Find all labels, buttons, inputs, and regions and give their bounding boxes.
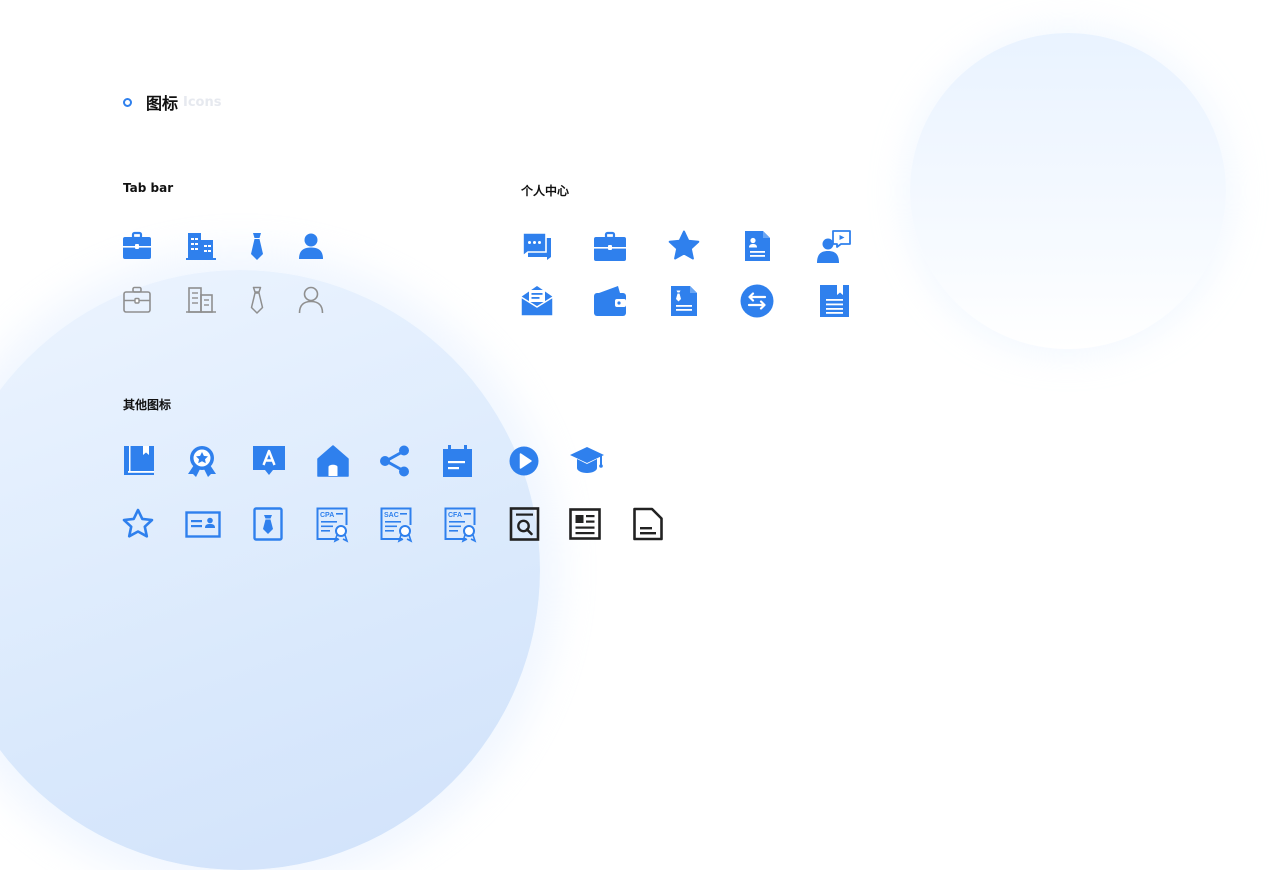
resume-icon[interactable] [740, 229, 774, 263]
briefcase-outline-icon[interactable] [120, 283, 154, 317]
cpa-certificate-label: CPA [320, 512, 334, 519]
chat-icon[interactable] [520, 229, 554, 263]
search-document-icon[interactable] [508, 507, 542, 541]
briefcase-icon[interactable] [120, 229, 154, 263]
sac-certificate-label: SAC [384, 512, 399, 519]
page-title: 图标 [146, 94, 179, 113]
section-label-tabbar: Tab bar [123, 181, 174, 195]
job-document-icon[interactable] [667, 284, 701, 318]
user-icon[interactable] [294, 229, 328, 263]
sac-certificate-icon[interactable]: SAC [380, 507, 414, 543]
book-icon[interactable] [121, 444, 155, 478]
tie-card-icon[interactable] [251, 507, 285, 541]
buildings-outline-icon[interactable] [184, 283, 218, 317]
font-icon[interactable] [252, 444, 286, 478]
cpa-certificate-icon[interactable]: CPA [316, 507, 350, 543]
file-icon[interactable] [631, 507, 665, 541]
graduation-cap-icon[interactable] [570, 444, 604, 478]
star-outline-icon[interactable] [121, 507, 155, 541]
id-card-icon[interactable] [185, 507, 221, 541]
wallet-icon[interactable] [593, 284, 627, 318]
share-icon[interactable] [378, 444, 412, 478]
background-circle-small [910, 33, 1226, 349]
bullet-icon [123, 97, 132, 107]
section-label-other: 其他图标 [123, 398, 172, 412]
tie-outline-icon[interactable] [240, 283, 274, 317]
section-label-personal: 个人中心 [521, 184, 570, 198]
exchange-icon[interactable] [740, 284, 774, 318]
mail-icon[interactable] [520, 284, 554, 318]
play-icon[interactable] [507, 444, 541, 478]
page-header: 图标 Icons [123, 90, 221, 114]
page-subtitle: Icons [183, 94, 222, 110]
background-circle-large [0, 270, 540, 870]
news-icon[interactable] [568, 507, 602, 541]
briefcase-icon[interactable] [593, 229, 627, 263]
calendar-icon[interactable] [441, 444, 475, 478]
tie-icon[interactable] [240, 229, 274, 263]
consultant-icon[interactable] [816, 229, 851, 263]
star-icon[interactable] [667, 229, 701, 263]
cfa-certificate-label: CFA [448, 512, 462, 519]
buildings-icon[interactable] [184, 229, 218, 263]
user-outline-icon[interactable] [294, 283, 328, 317]
cfa-certificate-icon[interactable]: CFA [444, 507, 478, 543]
award-icon[interactable] [185, 444, 219, 478]
notebook-icon[interactable] [816, 284, 850, 318]
home-icon[interactable] [316, 444, 350, 478]
